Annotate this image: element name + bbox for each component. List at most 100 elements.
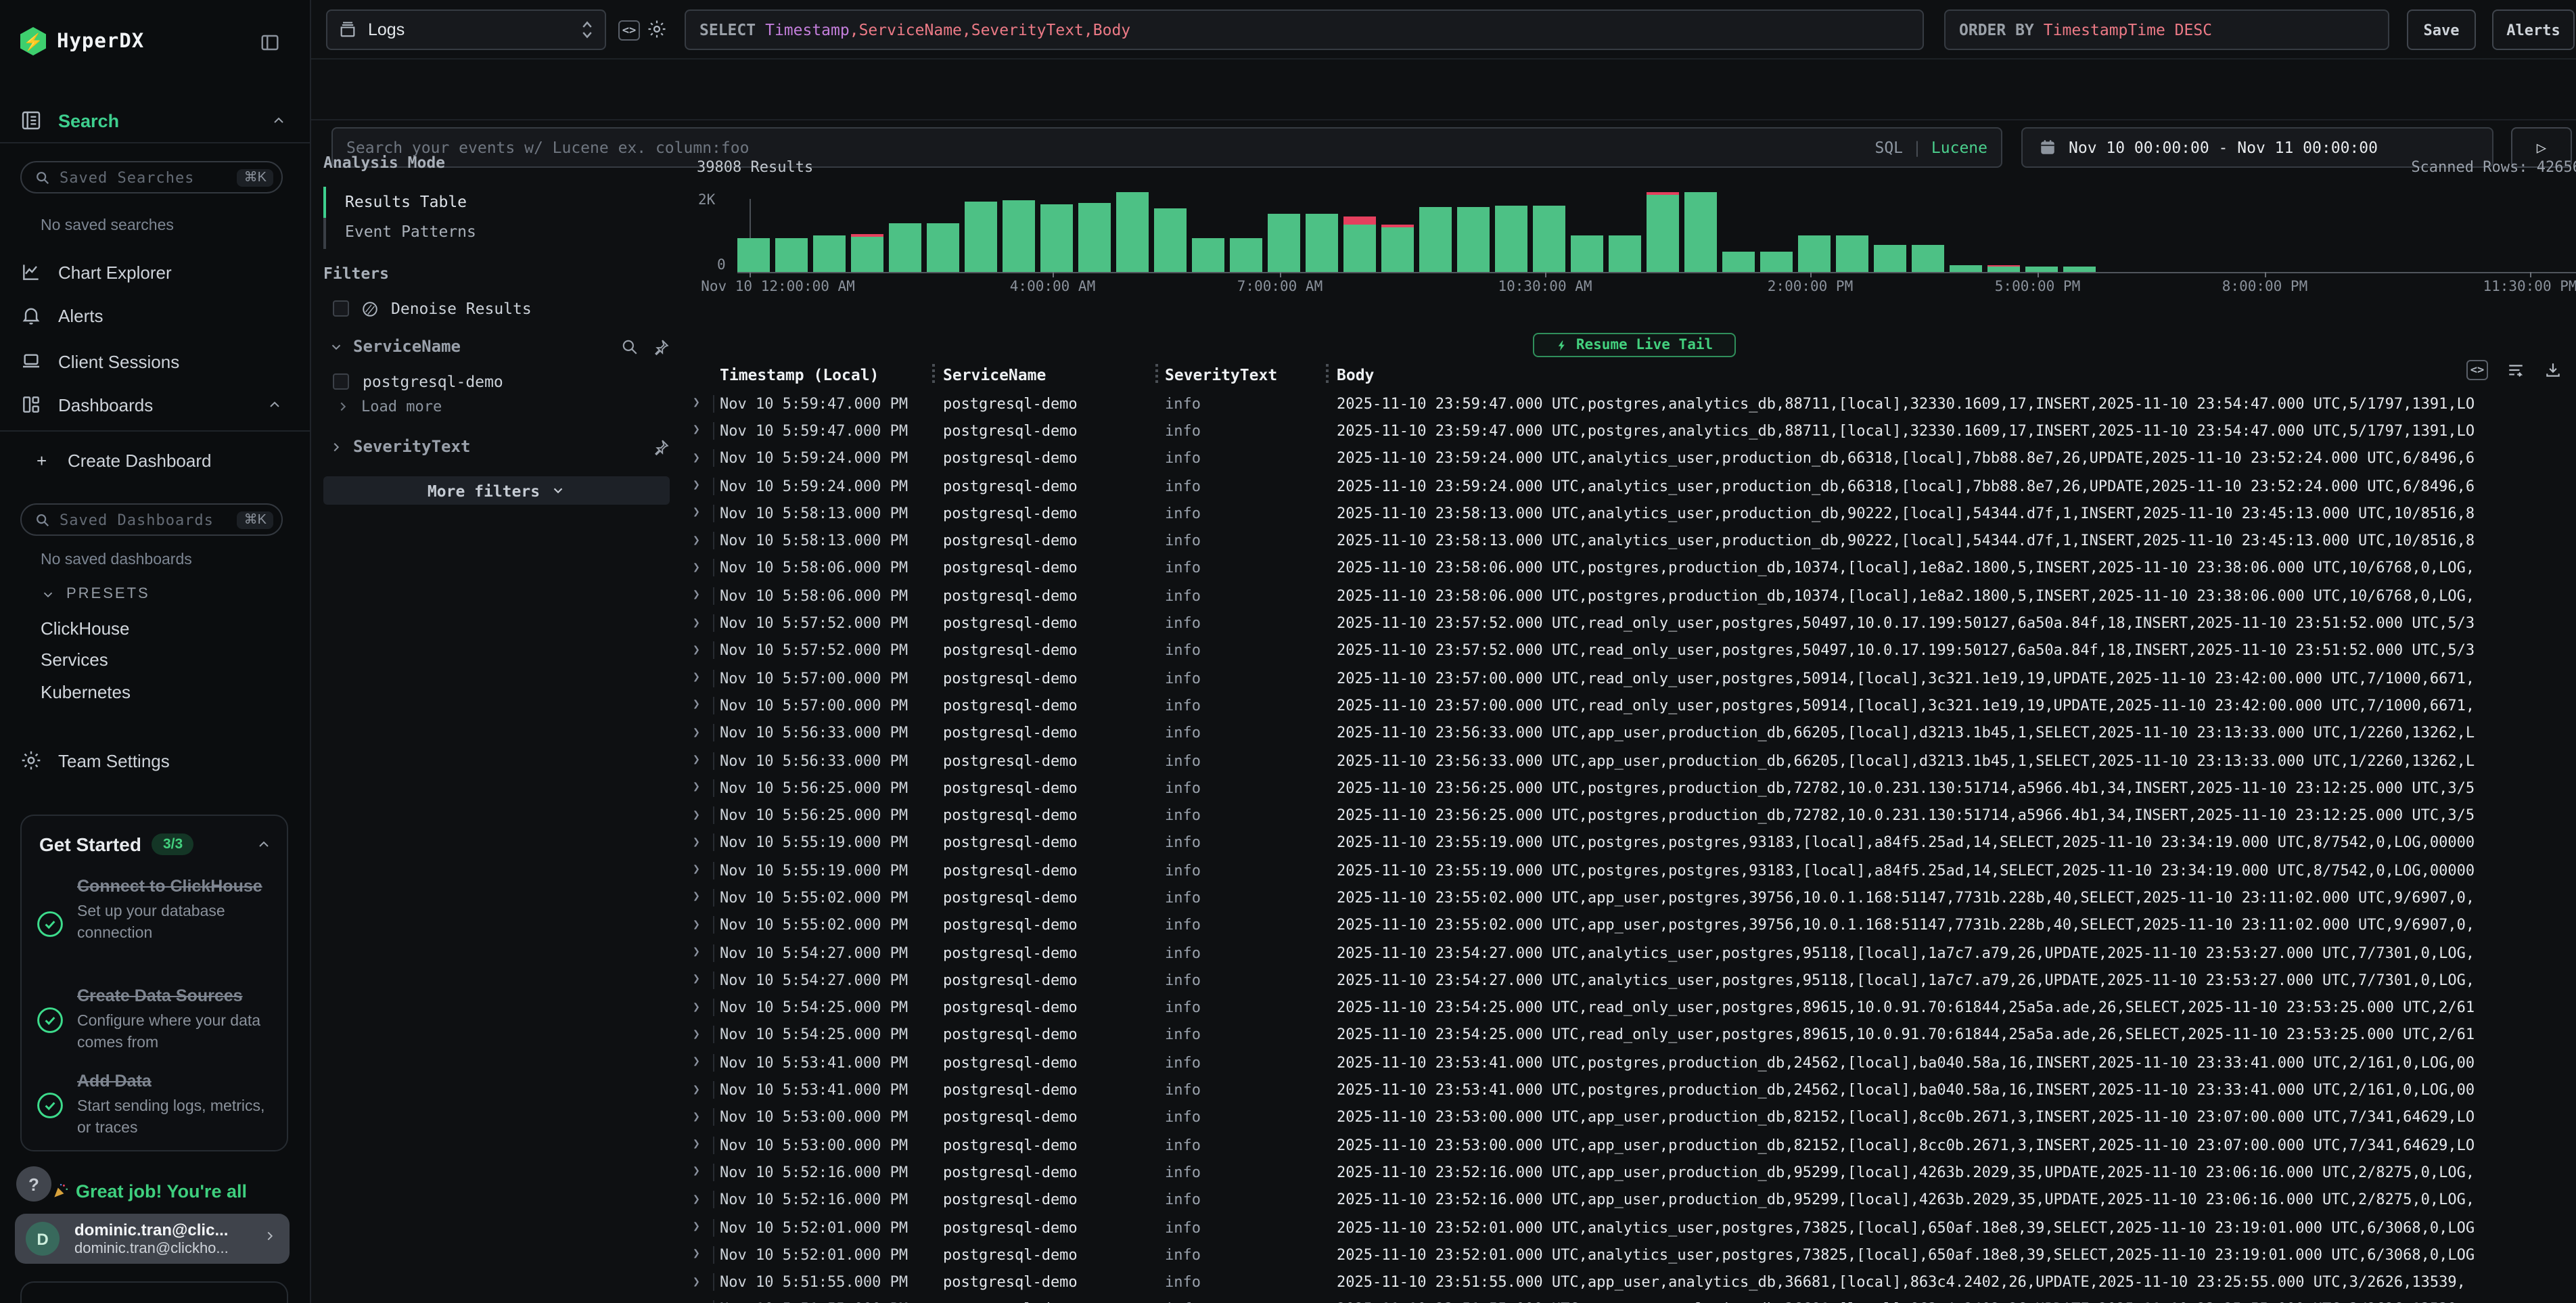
table-row[interactable]: ❯ Nov 10 5:58:06.000 PM postgresql-demo … <box>311 555 2576 582</box>
presets-toggle[interactable]: PRESETS <box>41 586 150 602</box>
table-row[interactable]: ❯ Nov 10 5:55:02.000 PM postgresql-demo … <box>311 911 2576 939</box>
chevron-up-icon[interactable] <box>271 112 287 129</box>
event-histogram[interactable] <box>311 189 2576 272</box>
histogram-bar[interactable] <box>1040 204 1073 272</box>
row-expand-chevron-icon[interactable]: ❯ <box>693 1001 700 1014</box>
table-row[interactable]: ❯ Nov 10 5:52:16.000 PM postgresql-demo … <box>311 1186 2576 1214</box>
help-button[interactable]: ? <box>16 1166 51 1202</box>
row-expand-chevron-icon[interactable]: ❯ <box>693 562 700 575</box>
histogram-bar[interactable] <box>1078 203 1111 272</box>
histogram-bar[interactable] <box>813 236 846 273</box>
gear-icon[interactable] <box>647 19 667 39</box>
resume-live-tail-button[interactable]: Resume Live Tail <box>1533 333 1736 357</box>
get-started-item[interactable]: Connect to ClickHouse Set up your databa… <box>35 875 279 944</box>
sidebar-collapse-icon[interactable] <box>260 32 280 53</box>
row-expand-chevron-icon[interactable]: ❯ <box>693 781 700 795</box>
row-expand-chevron-icon[interactable]: ❯ <box>693 451 700 465</box>
row-expand-chevron-icon[interactable]: ❯ <box>693 836 700 850</box>
preset-kubernetes[interactable]: Kubernetes <box>41 682 131 702</box>
histogram-bar[interactable] <box>1457 207 1490 272</box>
table-row[interactable]: ❯ Nov 10 5:57:00.000 PM postgresql-demo … <box>311 692 2576 720</box>
chevron-up-icon[interactable] <box>256 836 272 852</box>
histogram-bar[interactable] <box>1836 236 1868 273</box>
table-row[interactable]: ❯ Nov 10 5:54:27.000 PM postgresql-demo … <box>311 939 2576 967</box>
table-row[interactable]: ❯ Nov 10 5:56:25.000 PM postgresql-demo … <box>311 802 2576 829</box>
histogram-bar[interactable] <box>965 202 997 272</box>
lucene-toggle[interactable]: Lucene <box>1931 138 1987 157</box>
sidebar-item-search[interactable]: Search <box>20 110 119 131</box>
histogram-bar[interactable] <box>927 223 959 272</box>
table-row[interactable]: ❯ Nov 10 5:57:00.000 PM postgresql-demo … <box>311 664 2576 692</box>
row-expand-chevron-icon[interactable]: ❯ <box>693 589 700 602</box>
row-expand-chevron-icon[interactable]: ❯ <box>693 644 700 658</box>
pin-icon[interactable] <box>652 338 670 355</box>
row-expand-chevron-icon[interactable]: ❯ <box>693 507 700 520</box>
table-row[interactable]: ❯ Nov 10 5:55:19.000 PM postgresql-demo … <box>311 856 2576 884</box>
histogram-bar[interactable] <box>1533 206 1565 272</box>
sidebar-item-chart-explorer[interactable]: Chart Explorer <box>20 261 283 283</box>
histogram-bar[interactable] <box>1987 265 2020 272</box>
row-expand-chevron-icon[interactable]: ❯ <box>693 974 700 987</box>
table-row[interactable]: ❯ Nov 10 5:59:47.000 PM postgresql-demo … <box>311 417 2576 445</box>
row-expand-chevron-icon[interactable]: ❯ <box>693 616 700 630</box>
histogram-bar[interactable] <box>1343 216 1376 272</box>
table-row[interactable]: ❯ Nov 10 5:54:25.000 PM postgresql-demo … <box>311 1022 2576 1049</box>
sidebar-item-client-sessions[interactable]: Client Sessions <box>20 350 283 372</box>
histogram-bar[interactable] <box>1912 245 1944 272</box>
histogram-bar[interactable] <box>775 237 808 272</box>
denoise-filter-row[interactable]: Denoise Results <box>333 299 532 318</box>
histogram-bar[interactable] <box>889 223 921 272</box>
table-row[interactable]: ❯ Nov 10 5:54:27.000 PM postgresql-demo … <box>311 966 2576 994</box>
table-row[interactable]: ❯ Nov 10 5:53:41.000 PM postgresql-demo … <box>311 1076 2576 1104</box>
sidebar-item-alerts[interactable]: Alerts <box>20 304 283 326</box>
download-icon[interactable] <box>2544 361 2562 379</box>
expand-code-icon[interactable]: <> <box>2466 360 2488 380</box>
col-header-servicename[interactable]: ServiceName <box>943 365 1046 384</box>
histogram-bar[interactable] <box>737 237 770 272</box>
table-row[interactable]: ❯ Nov 10 5:58:13.000 PM postgresql-demo … <box>311 499 2576 527</box>
row-expand-chevron-icon[interactable]: ❯ <box>693 1138 700 1151</box>
row-expand-chevron-icon[interactable]: ❯ <box>693 863 700 877</box>
histogram-bar[interactable] <box>2063 267 2096 272</box>
histogram-bar[interactable] <box>1230 237 1262 272</box>
row-expand-chevron-icon[interactable]: ❯ <box>693 1275 700 1289</box>
table-row[interactable]: ❯ Nov 10 5:56:33.000 PM postgresql-demo … <box>311 719 2576 747</box>
source-select[interactable]: Logs <box>326 9 606 50</box>
sidebar-item-team-settings[interactable]: Team Settings <box>20 750 170 771</box>
search-input[interactable]: Search your events w/ Lucene ex. column:… <box>331 127 2002 168</box>
histogram-bar[interactable] <box>1609 236 1641 273</box>
saved-dashboards-input[interactable]: Saved Dashboards ⌘K <box>20 503 283 536</box>
histogram-bar[interactable] <box>1950 265 1982 272</box>
row-expand-chevron-icon[interactable]: ❯ <box>693 1056 700 1070</box>
row-expand-chevron-icon[interactable]: ❯ <box>693 1028 700 1042</box>
table-row[interactable]: ❯ Nov 10 5:59:47.000 PM postgresql-demo … <box>311 390 2576 417</box>
histogram-bar[interactable] <box>1192 237 1224 272</box>
table-row[interactable]: ❯ Nov 10 5:58:06.000 PM postgresql-demo … <box>311 582 2576 610</box>
table-row[interactable]: ❯ Nov 10 5:59:24.000 PM postgresql-demo … <box>311 444 2576 472</box>
histogram-bar[interactable] <box>1419 207 1452 272</box>
query-language-toggle[interactable]: SQL | Lucene <box>1874 138 1987 157</box>
row-expand-chevron-icon[interactable]: ❯ <box>693 479 700 493</box>
code-view-button[interactable]: <> <box>618 20 640 41</box>
col-header-timestamp[interactable]: Timestamp (Local) <box>720 365 879 384</box>
select-columns-input[interactable]: SELECT Timestamp,ServiceName,SeverityTex… <box>685 9 1924 50</box>
order-by-input[interactable]: ORDER BY TimestampTime DESC <box>1944 9 2389 50</box>
histogram-bar[interactable] <box>1495 205 1527 272</box>
preset-services[interactable]: Services <box>41 649 108 670</box>
saved-searches-input[interactable]: Saved Searches ⌘K <box>20 161 283 193</box>
save-button[interactable]: Save <box>2407 9 2476 50</box>
table-row[interactable]: ❯ Nov 10 5:52:01.000 PM postgresql-demo … <box>311 1241 2576 1268</box>
table-row[interactable]: ❯ Nov 10 5:57:52.000 PM postgresql-demo … <box>311 610 2576 637</box>
row-expand-chevron-icon[interactable]: ❯ <box>693 1111 700 1124</box>
table-row[interactable]: ❯ Nov 10 5:54:25.000 PM postgresql-demo … <box>311 994 2576 1022</box>
histogram-bar[interactable] <box>851 235 883 272</box>
histogram-bar[interactable] <box>2025 267 2058 272</box>
table-row[interactable]: ❯ Nov 10 5:51:55.000 PM postgresql-demo … <box>311 1296 2576 1303</box>
row-expand-chevron-icon[interactable]: ❯ <box>693 1220 700 1234</box>
sidebar-item-dashboards[interactable]: Dashboards <box>20 394 283 415</box>
histogram-bar[interactable] <box>1647 192 1679 272</box>
row-expand-chevron-icon[interactable]: ❯ <box>693 534 700 547</box>
col-header-severitytext[interactable]: SeverityText <box>1165 365 1277 384</box>
histogram-bar[interactable] <box>1003 200 1035 272</box>
table-row[interactable]: ❯ Nov 10 5:56:25.000 PM postgresql-demo … <box>311 774 2576 802</box>
